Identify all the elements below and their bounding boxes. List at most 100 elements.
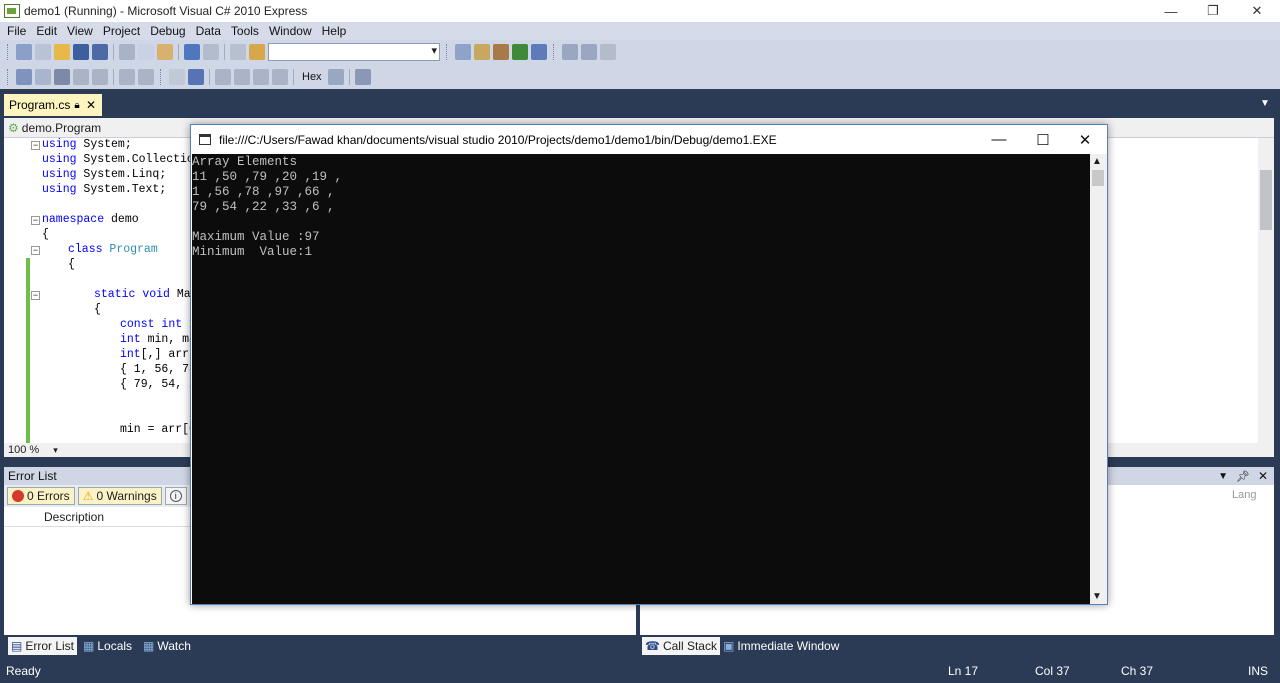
find-in-files-icon[interactable] — [249, 44, 265, 60]
close-button[interactable]: ✕ — [1234, 0, 1280, 22]
continue-icon[interactable] — [230, 44, 246, 60]
output-window-icon[interactable] — [354, 68, 371, 85]
console-scrollbar[interactable]: ▲ ▼ — [1090, 154, 1107, 604]
stop-icon[interactable] — [188, 68, 204, 85]
step-over-icon[interactable] — [253, 68, 269, 85]
console-window[interactable]: file:///C:/Users/Fawad khan/documents/vi… — [190, 124, 1108, 605]
code-line[interactable]: using System.Linq; — [42, 168, 166, 181]
code-line[interactable]: { — [42, 228, 49, 241]
menu-tools[interactable]: Tools — [226, 24, 264, 38]
restore-button[interactable]: ❐ — [1190, 0, 1236, 22]
code-line[interactable]: min = arr[0 — [120, 423, 196, 436]
collapse-icon[interactable]: − — [31, 216, 40, 225]
code-line[interactable]: class Program — [68, 243, 158, 256]
save-all-icon[interactable] — [92, 44, 108, 60]
undo-icon[interactable] — [184, 44, 200, 60]
panel-dropdown-icon[interactable]: ▼ — [1218, 471, 1228, 482]
code-line[interactable]: { — [94, 303, 101, 316]
collapse-icon[interactable]: − — [31, 246, 40, 255]
redo-icon[interactable] — [203, 44, 219, 60]
collapse-icon[interactable]: − — [31, 141, 40, 150]
scroll-down-icon[interactable]: ▼ — [1092, 591, 1102, 602]
close-tab-icon[interactable]: ✕ — [86, 98, 96, 112]
object-browser-icon[interactable] — [531, 44, 547, 60]
menu-debug[interactable]: Debug — [145, 24, 190, 38]
code-line[interactable]: const int x — [120, 318, 196, 331]
tab-watch[interactable]: ▦ Watch — [140, 637, 194, 655]
menu-project[interactable]: Project — [98, 24, 145, 38]
cut-icon[interactable] — [119, 44, 135, 60]
toolbar-grip[interactable] — [446, 44, 449, 60]
lang-column[interactable]: Lang — [1232, 489, 1256, 501]
new-project-icon[interactable] — [16, 44, 32, 60]
scroll-thumb[interactable] — [1260, 170, 1272, 230]
description-column[interactable]: Description — [44, 510, 104, 524]
menu-data[interactable]: Data — [191, 24, 226, 38]
menu-file[interactable]: File — [2, 24, 31, 38]
minimize-button[interactable]: — — [1148, 0, 1194, 22]
console-minimize-button[interactable]: — — [977, 125, 1021, 154]
errors-filter-button[interactable]: 0 Errors — [7, 487, 75, 505]
tab-call-stack[interactable]: ☎ Call Stack — [642, 637, 720, 655]
scroll-up-icon[interactable]: ▲ — [1092, 156, 1102, 167]
find-combo[interactable] — [268, 43, 440, 61]
code-line[interactable]: using System.Text; — [42, 183, 166, 196]
step-into-icon[interactable] — [234, 68, 250, 85]
window-icon[interactable] — [581, 44, 597, 60]
menu-edit[interactable]: Edit — [31, 24, 62, 38]
toolbar-grip[interactable] — [553, 44, 556, 60]
copy-icon[interactable] — [138, 44, 154, 60]
comment-icon[interactable] — [119, 68, 135, 85]
code-line[interactable]: { 79, 54, 2 — [120, 378, 196, 391]
tab-immediate-window[interactable]: ▣ Immediate Window — [720, 637, 842, 655]
toolbox-icon[interactable] — [493, 44, 509, 60]
code-line[interactable]: using System.Collection — [42, 153, 201, 166]
code-line[interactable]: using System; — [42, 138, 132, 151]
layout-icon[interactable] — [562, 44, 578, 60]
solution-explorer-icon[interactable] — [455, 44, 471, 60]
code-line[interactable]: static void Mai — [94, 288, 198, 301]
extension-icon[interactable] — [600, 44, 616, 60]
console-output[interactable]: Array Elements 11 ,50 ,79 ,20 ,19 ,1 ,56 … — [192, 154, 1090, 604]
uncomment-icon[interactable] — [138, 68, 154, 85]
console-maximize-button[interactable]: ☐ — [1021, 125, 1065, 154]
hex-toggle[interactable]: Hex — [299, 71, 325, 83]
toolbar-grip[interactable] — [7, 44, 10, 60]
class-dropdown[interactable]: demo.Program — [22, 121, 101, 135]
open-folder-icon[interactable] — [54, 44, 70, 60]
code-line[interactable]: namespace demo — [42, 213, 139, 226]
members-icon[interactable] — [35, 68, 51, 85]
tab-dropdown-icon[interactable]: ▼ — [1260, 98, 1270, 109]
console-scroll-thumb[interactable] — [1092, 170, 1104, 186]
properties-icon[interactable] — [474, 44, 490, 60]
play-icon[interactable] — [169, 68, 185, 85]
start-page-icon[interactable] — [512, 44, 528, 60]
console-close-button[interactable]: ✕ — [1063, 125, 1107, 154]
collapse-icon[interactable]: − — [31, 291, 40, 300]
code-line[interactable]: { — [68, 258, 75, 271]
paste-icon[interactable] — [157, 44, 173, 60]
add-item-icon[interactable] — [35, 44, 51, 60]
menu-window[interactable]: Window — [264, 24, 317, 38]
save-icon[interactable] — [73, 44, 89, 60]
quick-info-icon[interactable] — [73, 68, 89, 85]
zoom-level[interactable]: 100 % — [8, 444, 39, 456]
toolbar-grip[interactable] — [7, 68, 10, 85]
step-out-icon[interactable] — [272, 68, 288, 85]
pin-icon[interactable]: 📌︎ — [1236, 470, 1250, 483]
tab-program-cs[interactable]: Program.cs 🔒︎ ✕ — [4, 94, 102, 116]
pointer-icon[interactable] — [54, 68, 70, 85]
format-icon[interactable] — [16, 68, 32, 85]
warnings-filter-button[interactable]: ⚠ 0 Warnings — [77, 487, 162, 505]
show-next-statement-icon[interactable] — [215, 68, 231, 85]
panel-close-icon[interactable]: ✕ — [1258, 469, 1268, 483]
zoom-dropdown-icon[interactable]: ▾ — [53, 445, 58, 456]
code-line[interactable]: int[,] arr — [120, 348, 189, 361]
tab-error-list[interactable]: ▤ Error List — [8, 637, 78, 655]
tab-locals[interactable]: ▦ Locals — [80, 637, 135, 655]
param-info-icon[interactable] — [92, 68, 108, 85]
menu-help[interactable]: Help — [317, 24, 352, 38]
messages-filter-button[interactable]: i — [164, 487, 187, 505]
toolbar-grip[interactable] — [160, 68, 163, 85]
breakpoints-icon[interactable] — [327, 68, 344, 85]
